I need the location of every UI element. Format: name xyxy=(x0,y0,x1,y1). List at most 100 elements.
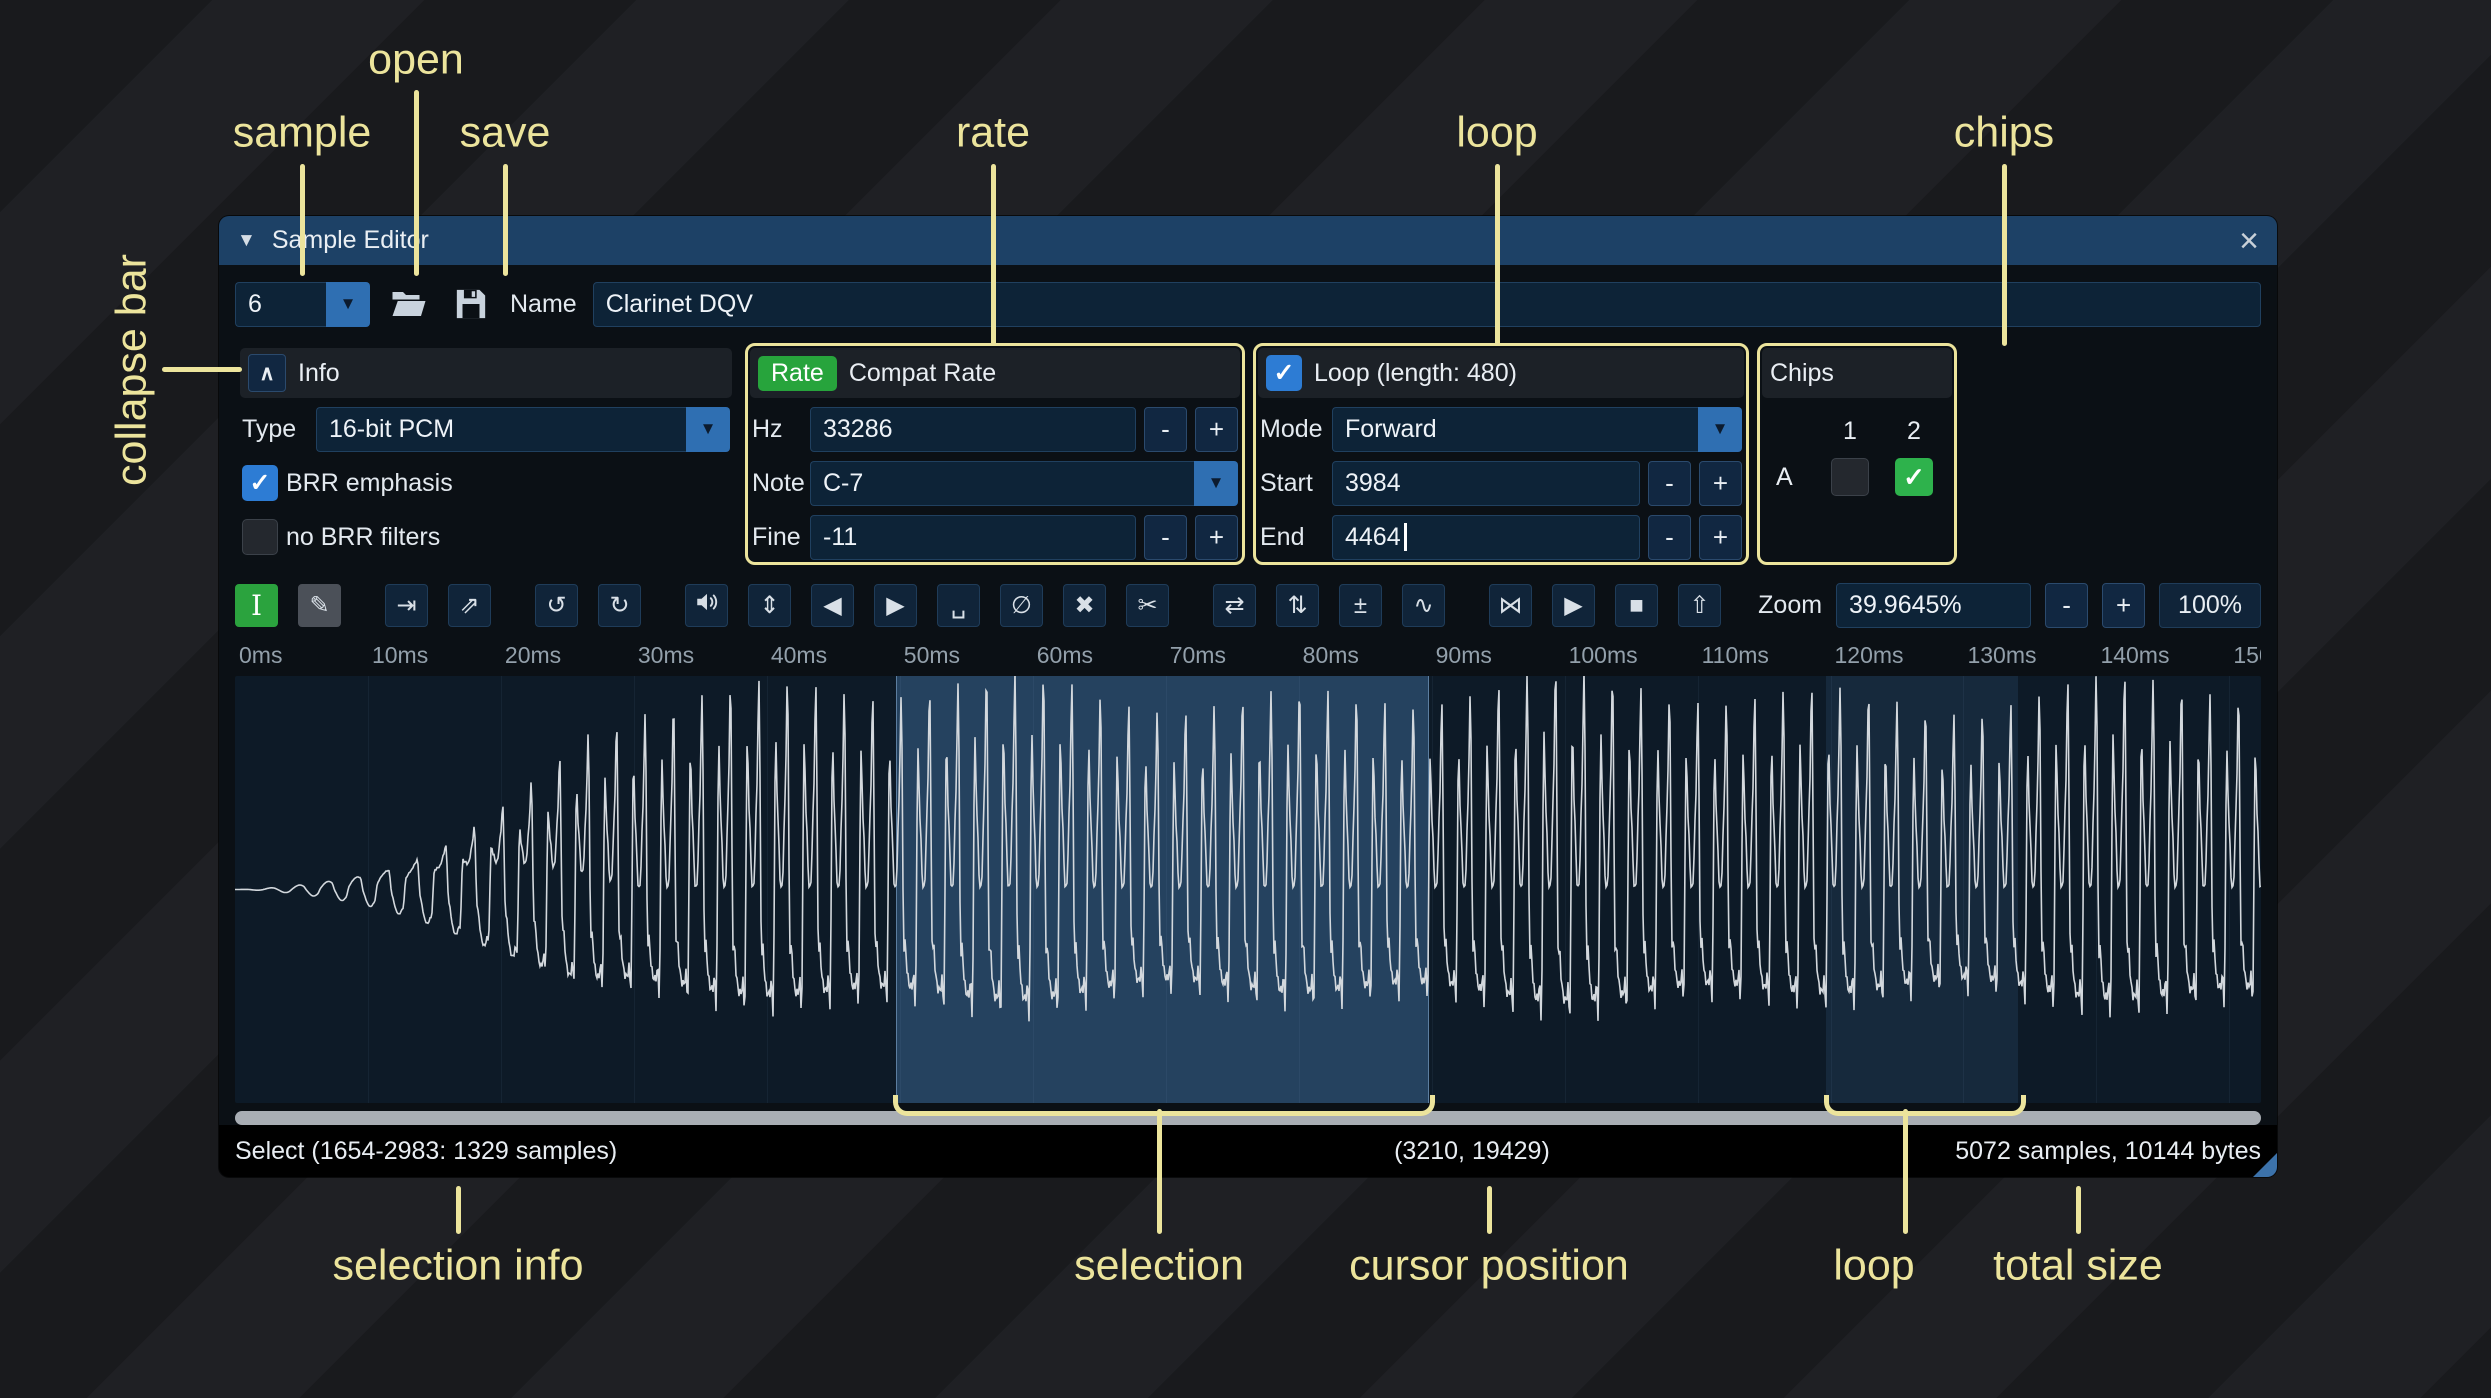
waveform-area[interactable] xyxy=(235,676,2261,1103)
amplify-button[interactable] xyxy=(685,584,728,627)
loop-enable-checkbox[interactable]: ✓ xyxy=(1266,355,1302,391)
annotation-line-sample xyxy=(300,164,305,276)
hz-increase-button[interactable]: + xyxy=(1195,406,1238,452)
loop-end-decrease-button[interactable]: - xyxy=(1648,514,1691,560)
fine-decrease-button[interactable]: - xyxy=(1144,514,1187,560)
fade-in-button[interactable]: ◀ xyxy=(811,584,854,627)
zoom-out-button[interactable]: - xyxy=(2045,583,2089,628)
loop-header: ✓ Loop (length: 480) xyxy=(1258,348,1744,398)
preview-icon: ▶ xyxy=(1564,592,1583,619)
reverse-icon: ⇄ xyxy=(1224,592,1245,619)
undo-button[interactable]: ↺ xyxy=(535,584,578,627)
loop-mode-select[interactable]: Forward ▼ xyxy=(1332,406,1742,452)
crossfade-loop-button[interactable]: ⋈ xyxy=(1489,584,1532,627)
no-brr-filters-checkbox[interactable] xyxy=(242,519,278,555)
loop-mode-row: Mode Forward ▼ xyxy=(1258,406,1744,452)
reverse-button[interactable]: ⇄ xyxy=(1213,584,1256,627)
insert-silence-button[interactable]: ␣ xyxy=(937,584,980,627)
zoom-input[interactable]: 39.9645% xyxy=(1836,583,2032,628)
invert-button[interactable]: ⇅ xyxy=(1276,584,1319,627)
loop-start-increase-button[interactable]: + xyxy=(1699,460,1742,506)
annotation-label-loop-top: loop xyxy=(1456,108,1538,157)
chip-column-1: 1 xyxy=(1843,416,1857,445)
fine-increase-button[interactable]: + xyxy=(1195,514,1238,560)
mode-dropdown-icon[interactable]: ▼ xyxy=(1698,406,1742,452)
annotation-label-sample: sample xyxy=(232,108,372,157)
annotation-label-open: open xyxy=(368,35,464,84)
fade-out-icon: ▶ xyxy=(886,592,905,619)
sample-type-select[interactable]: 16-bit PCM ▼ xyxy=(316,406,730,452)
type-label: Type xyxy=(242,414,297,443)
end-label: End xyxy=(1260,522,1305,551)
timeline-label: 100ms xyxy=(1568,642,1638,668)
loop-start-decrease-button[interactable]: - xyxy=(1648,460,1691,506)
resample-button[interactable]: ⇗ xyxy=(448,584,491,627)
zoom-in-button[interactable]: + xyxy=(2102,583,2146,628)
insert-silence-icon: ␣ xyxy=(950,592,967,619)
type-dropdown-icon[interactable]: ▼ xyxy=(686,406,730,452)
info-collapse-button[interactable]: ∧ xyxy=(248,354,286,392)
sample-number-dropdown-icon[interactable]: ▼ xyxy=(326,281,370,327)
sample-name-input[interactable]: Clarinet DQV xyxy=(592,281,2261,327)
sample-row: 6 ▼ Name Clarinet DQV xyxy=(235,281,2261,327)
loop-start-input[interactable]: 3984 xyxy=(1332,460,1640,506)
loop-mode-value: Forward xyxy=(1332,406,1698,452)
save-sample-button[interactable] xyxy=(448,281,494,327)
chip-2-checkbox[interactable]: ✓ xyxy=(1895,458,1933,496)
fine-row: Fine -11 - + xyxy=(750,514,1240,560)
timeline-ruler[interactable]: 0ms 10ms 20ms 30ms 40ms 50ms 60ms 70ms 80ms 90ms 1… xyxy=(235,638,2261,672)
type-row: Type 16-bit PCM ▼ xyxy=(240,406,732,452)
close-icon[interactable]: × xyxy=(2239,224,2259,258)
apply-silence-button[interactable]: ∅ xyxy=(1000,584,1043,627)
annotation-line-open xyxy=(414,90,419,276)
loop-end-increase-button[interactable]: + xyxy=(1699,514,1742,560)
zoom-cluster: Zoom 39.9645% - + 100% xyxy=(1758,583,2261,628)
normalize-button[interactable]: ⇕ xyxy=(748,584,791,627)
loop-title: Loop (length: 480) xyxy=(1314,358,1517,387)
annotation-line-rate xyxy=(991,164,996,346)
rate-title: Compat Rate xyxy=(848,358,997,387)
note-dropdown-icon[interactable]: ▼ xyxy=(1194,460,1238,506)
brr-emphasis-checkbox[interactable]: ✓ xyxy=(242,465,278,501)
open-sample-button[interactable] xyxy=(386,281,432,327)
info-title: Info xyxy=(298,358,340,387)
signed-unsigned-button[interactable]: ± xyxy=(1339,584,1382,627)
brr-emphasis-row: ✓ BRR emphasis xyxy=(240,460,732,506)
create-wavetable-button[interactable]: ⇧ xyxy=(1678,584,1721,627)
note-select[interactable]: C-7 ▼ xyxy=(810,460,1238,506)
chevron-up-icon: ∧ xyxy=(259,361,275,385)
annotation-line-save xyxy=(503,164,508,276)
zoom-reset-button[interactable]: 100% xyxy=(2159,583,2261,628)
loop-end-input[interactable]: 4464 xyxy=(1332,514,1640,560)
chip-row-a-label: A xyxy=(1776,462,1793,491)
titlebar[interactable]: ▼ Sample Editor × xyxy=(219,216,2277,265)
note-row: Note C-7 ▼ xyxy=(750,460,1240,506)
stop-preview-button[interactable]: ■ xyxy=(1615,584,1658,627)
redo-button[interactable]: ↻ xyxy=(598,584,641,627)
annotation-line-selection xyxy=(1157,1109,1162,1234)
resize-grip[interactable] xyxy=(2253,1153,2277,1177)
rate-section: Rate Compat Rate Hz 33286 - + Note C-7 ▼ xyxy=(745,343,1245,565)
rate-badge[interactable]: Rate xyxy=(758,355,837,391)
timeline-label: 110ms xyxy=(1701,642,1769,668)
filter-button[interactable]: ∿ xyxy=(1402,584,1445,627)
resize-button[interactable]: ⇥ xyxy=(385,584,428,627)
preview-button[interactable]: ▶ xyxy=(1552,584,1595,627)
hz-input[interactable]: 33286 xyxy=(810,406,1136,452)
fade-in-icon: ◀ xyxy=(823,592,842,619)
window-collapse-icon[interactable]: ▼ xyxy=(237,230,256,252)
fine-input[interactable]: -11 xyxy=(810,514,1136,560)
annotation-label-cursor-position: cursor position xyxy=(1349,1241,1629,1290)
draw-mode-button[interactable]: ✎ xyxy=(298,584,341,627)
undo-icon: ↺ xyxy=(546,592,567,619)
select-mode-button[interactable]: I xyxy=(235,584,278,627)
chips-section: Chips 1 2 A ✓ xyxy=(1757,343,1957,565)
chip-1-checkbox[interactable] xyxy=(1831,458,1869,496)
loop-end-value: 4464 xyxy=(1345,522,1401,551)
delete-button[interactable]: ✖ xyxy=(1063,584,1106,627)
hz-decrease-button[interactable]: - xyxy=(1144,406,1187,452)
trim-button[interactable]: ✂ xyxy=(1126,584,1169,627)
sample-number-select[interactable]: 6 ▼ xyxy=(235,281,370,327)
cursor-position-text: (3210, 19429) xyxy=(1394,1136,1550,1165)
fade-out-button[interactable]: ▶ xyxy=(874,584,917,627)
